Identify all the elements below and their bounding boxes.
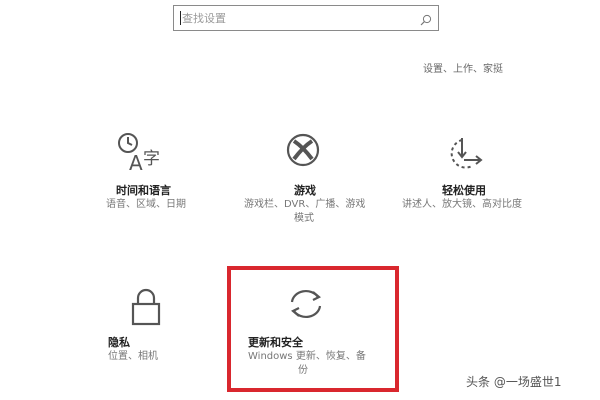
time-language-icon: A 字 [116, 132, 164, 178]
lock-icon [130, 288, 162, 330]
tile-title: 更新和安全 [248, 336, 303, 349]
tile-description: 语音、区域、日期 [106, 199, 186, 210]
tile-time-language[interactable]: A 字 时间和语言 语音、区域、日期 [96, 128, 206, 218]
tile-description-line2: 模式 [294, 213, 314, 224]
tile-title: 游戏 [294, 184, 316, 197]
watermark: 头条 @一场盛世1 [466, 375, 562, 389]
search-input[interactable] [182, 6, 412, 30]
ease-of-access-icon [442, 136, 486, 178]
tile-description: Windows 更新、恢复、备 [248, 351, 366, 362]
search-icon[interactable] [420, 11, 432, 30]
tile-description-line2: 份 [298, 365, 308, 376]
svg-text:A: A [129, 151, 143, 174]
tile-privacy[interactable]: 隐私 位置、相机 [104, 286, 184, 366]
tile-description: 游戏栏、DVR、广播、游戏 [244, 199, 366, 210]
search-box[interactable] [173, 5, 439, 31]
tile-gaming[interactable]: 游戏 游戏栏、DVR、广播、游戏 模式 [240, 128, 380, 228]
profile-hint[interactable]: 设置、上作、家挺 [423, 60, 503, 75]
tile-description: 位置、相机 [108, 351, 158, 362]
tile-title: 时间和语言 [116, 184, 171, 197]
text-caret [180, 11, 181, 25]
xbox-icon [286, 133, 320, 171]
sync-icon [286, 286, 326, 326]
svg-text:字: 字 [143, 149, 160, 169]
tile-title: 隐私 [108, 336, 130, 349]
tile-update-security[interactable]: 更新和安全 Windows 更新、恢复、备 份 [244, 280, 394, 380]
tile-description: 讲述人、放大镜、高对比度 [402, 199, 522, 210]
tile-ease-of-access[interactable]: 轻松使用 讲述人、放大镜、高对比度 [396, 128, 546, 218]
tile-title: 轻松使用 [442, 184, 486, 197]
